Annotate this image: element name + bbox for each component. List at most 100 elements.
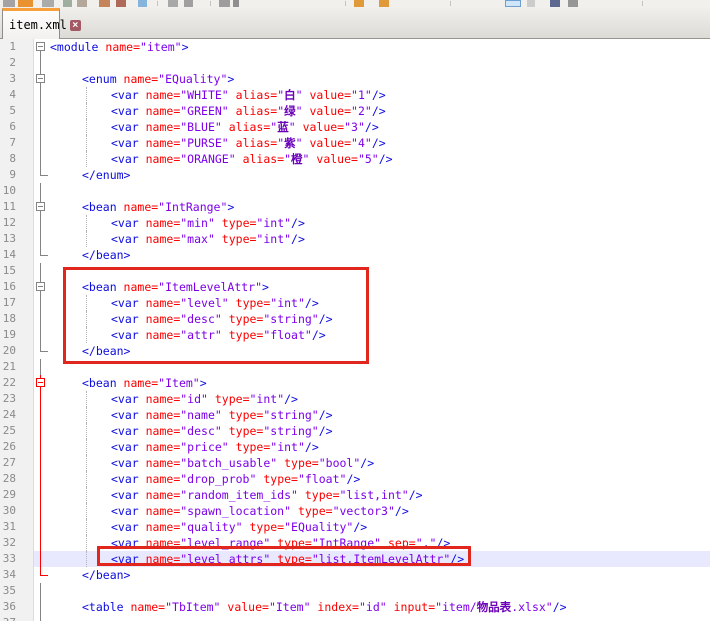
toolbar-icon-sliver[interactable] xyxy=(42,0,54,7)
code-line[interactable]: <var name="desc" type="string"/> xyxy=(48,423,710,439)
line-number: 26 xyxy=(0,439,34,455)
line-number: 13 xyxy=(0,231,34,247)
toolbar-icon-sliver[interactable] xyxy=(550,0,560,7)
token-t: /> xyxy=(409,488,423,502)
toolbar-icon-sliver[interactable] xyxy=(168,0,178,7)
line-number: 29 xyxy=(0,487,34,503)
toolbar-icon-sliver[interactable] xyxy=(3,0,15,7)
token-s: "IntRange" xyxy=(158,200,227,214)
toolbar-icon-sliver[interactable] xyxy=(99,0,110,7)
code-line[interactable] xyxy=(48,583,710,599)
code-line[interactable]: <var name="max" type="int"/> xyxy=(48,231,710,247)
code-line[interactable] xyxy=(48,359,710,375)
fold-margin xyxy=(34,407,48,423)
code-line[interactable]: <bean name="ItemLevelAttr"> xyxy=(48,279,710,295)
code-line[interactable]: <enum name="EQuality"> xyxy=(48,71,710,87)
code-line[interactable]: <table name="TbItem" value="Item" index=… xyxy=(48,599,710,615)
code-line[interactable]: <var name="desc" type="string"/> xyxy=(48,311,710,327)
code-row-14: 14</bean> xyxy=(0,247,710,263)
code-line[interactable] xyxy=(48,183,710,199)
toolbar-icon-sliver[interactable] xyxy=(116,0,126,7)
code-line[interactable]: </bean> xyxy=(48,567,710,583)
toolbar-strip[interactable] xyxy=(0,0,710,8)
code-line[interactable]: <var name="id" type="int"/> xyxy=(48,391,710,407)
code-line[interactable]: <bean name="Item"> xyxy=(48,375,710,391)
code-line[interactable]: <module name="item"> xyxy=(48,39,710,55)
line-number: 17 xyxy=(0,295,34,311)
fold-margin xyxy=(34,471,48,487)
indent-guide xyxy=(86,87,87,103)
tab-close-icon[interactable]: × xyxy=(70,20,81,31)
token-s: "GREEN" xyxy=(180,104,228,118)
code-line[interactable]: </bean> xyxy=(48,247,710,263)
tab-title: item.xml xyxy=(9,18,67,32)
fold-margin xyxy=(34,503,48,519)
token-a: name= xyxy=(146,104,181,118)
line-number: 27 xyxy=(0,455,34,471)
code-row-19: 19 <var name="attr" type="float"/> xyxy=(0,327,710,343)
toolbar-icon-sliver[interactable] xyxy=(568,0,578,7)
code-line[interactable]: <var name="BLUE" alias="蓝" value="3"/> xyxy=(48,119,710,135)
token-t: /> xyxy=(291,216,305,230)
token-t: <table xyxy=(82,600,130,614)
toolbar-icon-sliver[interactable] xyxy=(233,0,239,7)
toolbar-icon-sliver[interactable] xyxy=(77,0,87,7)
token-t: /> xyxy=(372,88,386,102)
code-line[interactable]: <var name="level_range" type="IntRange" … xyxy=(48,535,710,551)
code-line[interactable]: <var name="price" type="int"/> xyxy=(48,439,710,455)
code-line[interactable]: <var name="random_item_ids" type="list,i… xyxy=(48,487,710,503)
fold-collapse-icon[interactable] xyxy=(34,71,48,87)
toolbar-icon-sliver[interactable] xyxy=(379,0,389,7)
code-line[interactable]: <var name="GREEN" alias="绿" value="2"/> xyxy=(48,103,710,119)
fold-collapse-icon[interactable] xyxy=(34,39,48,55)
toolbar-separator xyxy=(642,1,643,6)
code-row-3: 3<enum name="EQuality"> xyxy=(0,71,710,87)
code-line[interactable]: <var name="attr" type="float"/> xyxy=(48,327,710,343)
fold-margin xyxy=(34,567,48,583)
fold-margin xyxy=(34,519,48,535)
code-line[interactable]: <var name="batch_usable" type="bool"/> xyxy=(48,455,710,471)
token-s: "price" xyxy=(180,440,228,454)
fold-margin xyxy=(34,583,48,599)
toolbar-icon-sliver[interactable] xyxy=(18,0,33,7)
code-line[interactable]: <var name="ORANGE" alias="橙" value="5"/> xyxy=(48,151,710,167)
line-number: 19 xyxy=(0,327,34,343)
code-line[interactable]: <var name="min" type="int"/> xyxy=(48,215,710,231)
fold-collapse-icon[interactable] xyxy=(34,279,48,295)
toolbar-icon-sliver[interactable] xyxy=(354,0,364,7)
code-line[interactable] xyxy=(48,615,710,621)
token-t: </enum> xyxy=(82,168,130,182)
code-line[interactable]: <var name="level_attrs" type="list,ItemL… xyxy=(48,551,710,567)
code-editor[interactable]: 1<module name="item">23<enum name="EQual… xyxy=(0,39,710,621)
code-line[interactable] xyxy=(48,55,710,71)
code-line[interactable]: <var name="drop_prob" type="float"/> xyxy=(48,471,710,487)
toolbar-icon-sliver[interactable] xyxy=(63,0,72,7)
toolbar-icon-sliver[interactable] xyxy=(138,0,147,7)
token-s: "quality" xyxy=(180,520,242,534)
tab-item-xml[interactable]: item.xml × xyxy=(2,8,60,39)
token-t: /> xyxy=(305,440,319,454)
code-line[interactable]: <var name="WHITE" alias="白" value="1"/> xyxy=(48,87,710,103)
indent-guide xyxy=(86,215,87,231)
code-line[interactable]: <var name="name" type="string"/> xyxy=(48,407,710,423)
code-line[interactable]: </bean> xyxy=(48,343,710,359)
line-number: 31 xyxy=(0,519,34,535)
fold-collapse-icon[interactable] xyxy=(34,199,48,215)
code-line[interactable]: <var name="spawn_location" type="vector3… xyxy=(48,503,710,519)
indent-guide xyxy=(86,311,87,327)
toolbar-icon-sliver[interactable] xyxy=(184,0,193,7)
code-line[interactable]: <var name="PURSE" alias="紫" value="4"/> xyxy=(48,135,710,151)
toolbar-icon-sliver[interactable] xyxy=(219,0,230,7)
token-s: "EQuality" xyxy=(158,72,227,86)
code-line[interactable]: <var name="quality" type="EQuality"/> xyxy=(48,519,710,535)
toolbar-icon-sliver[interactable] xyxy=(505,0,521,7)
code-line[interactable] xyxy=(48,263,710,279)
toolbar-icon-sliver[interactable] xyxy=(527,0,535,7)
line-number: 23 xyxy=(0,391,34,407)
fold-collapse-icon[interactable] xyxy=(34,375,48,391)
code-row-9: 9</enum> xyxy=(0,167,710,183)
token-a: alias= xyxy=(229,104,277,118)
code-line[interactable]: <var name="level" type="int"/> xyxy=(48,295,710,311)
code-line[interactable]: </enum> xyxy=(48,167,710,183)
code-line[interactable]: <bean name="IntRange"> xyxy=(48,199,710,215)
